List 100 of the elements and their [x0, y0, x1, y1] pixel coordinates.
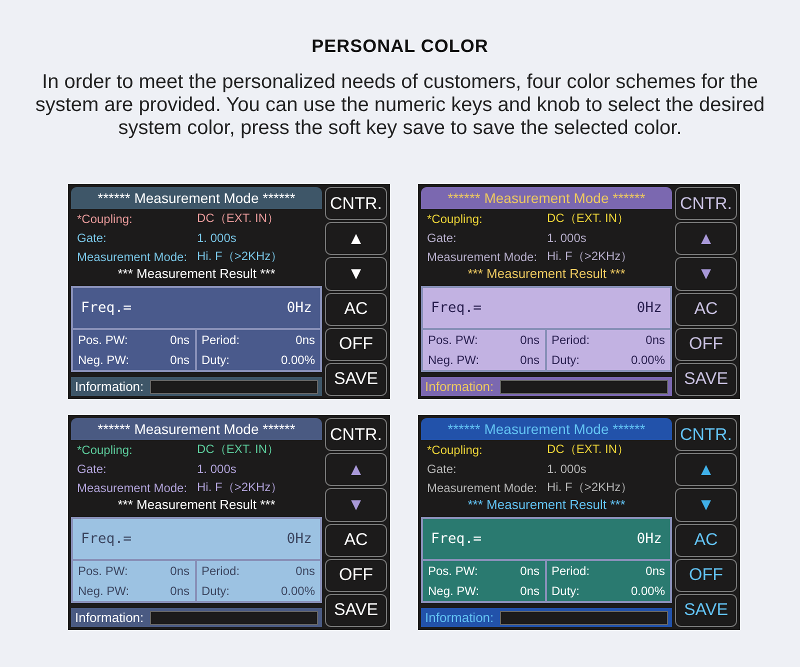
mode-value: Hi. F（>2KHz）	[197, 248, 283, 265]
cell-value: 0ns	[646, 564, 665, 578]
cell-label: Duty:	[202, 353, 230, 367]
page-title: PERSONAL COLOR	[310, 35, 490, 57]
cell-label: Duty:	[552, 353, 580, 367]
info-label: Information:	[425, 379, 494, 394]
result-title: *** Measurement Result ***	[466, 266, 626, 283]
cell-value: 0.00%	[280, 353, 315, 367]
soft-key[interactable]: ▼	[325, 488, 387, 522]
soft-key[interactable]: OFF	[675, 558, 737, 592]
gate-label: Gate:	[427, 230, 458, 244]
mode-label: Measurement Mode:	[77, 250, 188, 264]
mode-label: Measurement Mode:	[77, 480, 188, 494]
cell-value: 0.00%	[630, 584, 665, 598]
soft-key[interactable]: AC	[325, 292, 387, 326]
cell-value: 0ns	[170, 353, 190, 367]
soft-key[interactable]: CNTR.	[325, 418, 387, 452]
cell-value: 0ns	[646, 333, 665, 347]
cell-value: 0.00%	[280, 584, 315, 598]
cell-label: Duty:	[552, 584, 580, 598]
cell-value: 0ns	[296, 564, 315, 578]
gate-label: Gate:	[77, 462, 108, 476]
cell-value: 0ns	[170, 584, 190, 598]
cell-label: Pos. PW:	[78, 564, 128, 578]
mode-header: ****** Measurement Mode ******	[71, 418, 322, 440]
cell-value: 0ns	[170, 333, 190, 347]
soft-key[interactable]: SAVE	[325, 594, 387, 628]
cell-label: Pos. PW:	[428, 564, 478, 578]
result-title: *** Measurement Result ***	[466, 497, 626, 514]
cell-label: Period:	[202, 333, 240, 347]
cell-label: Pos. PW:	[428, 333, 478, 347]
cell-label: Period:	[202, 564, 240, 578]
soft-key[interactable]: OFF	[325, 328, 387, 361]
freq-value: 0Hz	[636, 531, 662, 547]
coupling-value: DC（EXT. IN）	[197, 210, 280, 227]
cell-label: Neg. PW:	[78, 353, 130, 367]
cell-label: Pos. PW:	[78, 333, 128, 347]
gate-value: 1. 000s	[197, 462, 236, 476]
gate-value: 1. 000s	[547, 230, 586, 244]
cell-value: 0ns	[520, 584, 540, 598]
freq-value: 0Hz	[286, 300, 312, 316]
cell-value: 0ns	[296, 333, 315, 347]
coupling-label: *Coupling:	[427, 212, 484, 226]
soft-key[interactable]: CNTR.	[325, 187, 387, 220]
soft-key[interactable]: ▲	[325, 222, 387, 256]
cell-label: Period:	[552, 564, 590, 578]
info-label: Information:	[75, 610, 144, 625]
gate-value: 1. 000s	[547, 462, 586, 476]
coupling-label: *Coupling:	[77, 212, 134, 226]
gate-label: Gate:	[77, 230, 108, 244]
soft-key[interactable]: SAVE	[675, 594, 737, 628]
soft-key[interactable]: ▲	[325, 453, 387, 486]
gate-label: Gate:	[427, 462, 458, 476]
description: In order to meet the personalized needs of customers, four color schemes for the system are provided. You can use the numeric keys and knob to select the desired system color, press the soft key save to save the selected color.	[34, 71, 766, 140]
coupling-value: DC（EXT. IN）	[197, 441, 280, 458]
soft-key[interactable]: AC	[675, 524, 737, 557]
cell-value: 0ns	[170, 564, 190, 578]
freq-label: Freq.=	[431, 300, 482, 316]
mode-label: Measurement Mode:	[427, 480, 538, 494]
soft-key[interactable]: OFF	[675, 328, 737, 361]
soft-key[interactable]: ▼	[325, 257, 387, 291]
soft-key[interactable]: AC	[675, 292, 737, 326]
mode-header: ****** Measurement Mode ******	[421, 418, 672, 440]
cell-value: 0ns	[520, 353, 540, 367]
cell-value: 0ns	[520, 564, 540, 578]
coupling-value: DC（EXT. IN）	[547, 441, 630, 458]
mode-value: Hi. F（>2KHz）	[547, 248, 633, 265]
mode-header: ****** Measurement Mode ******	[71, 187, 322, 209]
freq-value: 0Hz	[286, 531, 312, 547]
soft-key[interactable]: ▲	[675, 453, 737, 486]
result-title: *** Measurement Result ***	[116, 266, 276, 283]
mode-label: Measurement Mode:	[427, 250, 538, 264]
coupling-value: DC（EXT. IN）	[547, 210, 630, 227]
soft-key[interactable]: CNTR.	[675, 187, 737, 220]
freq-label: Freq.=	[81, 531, 132, 547]
cell-label: Duty:	[202, 584, 230, 598]
info-label: Information:	[425, 610, 494, 625]
info-label: Information:	[75, 379, 144, 394]
freq-label: Freq.=	[81, 300, 132, 316]
cell-label: Neg. PW:	[78, 584, 130, 598]
soft-key[interactable]: OFF	[325, 558, 387, 592]
coupling-label: *Coupling:	[427, 442, 484, 456]
cell-value: 0.00%	[630, 353, 665, 367]
soft-key[interactable]: SAVE	[325, 362, 387, 396]
mode-header: ****** Measurement Mode ******	[421, 187, 672, 209]
soft-key[interactable]: CNTR.	[675, 418, 737, 452]
mode-value: Hi. F（>2KHz）	[197, 479, 283, 496]
soft-key[interactable]: SAVE	[675, 362, 737, 396]
soft-key[interactable]: ▼	[675, 488, 737, 522]
cell-label: Neg. PW:	[428, 353, 480, 367]
coupling-label: *Coupling:	[77, 442, 134, 456]
freq-value: 0Hz	[636, 300, 662, 316]
soft-key[interactable]: AC	[325, 524, 387, 557]
freq-label: Freq.=	[431, 531, 482, 547]
soft-key[interactable]: ▼	[675, 257, 737, 291]
cell-label: Period:	[552, 333, 590, 347]
gate-value: 1. 000s	[197, 230, 236, 244]
soft-key[interactable]: ▲	[675, 222, 737, 256]
cell-label: Neg. PW:	[428, 584, 480, 598]
result-title: *** Measurement Result ***	[116, 497, 276, 514]
